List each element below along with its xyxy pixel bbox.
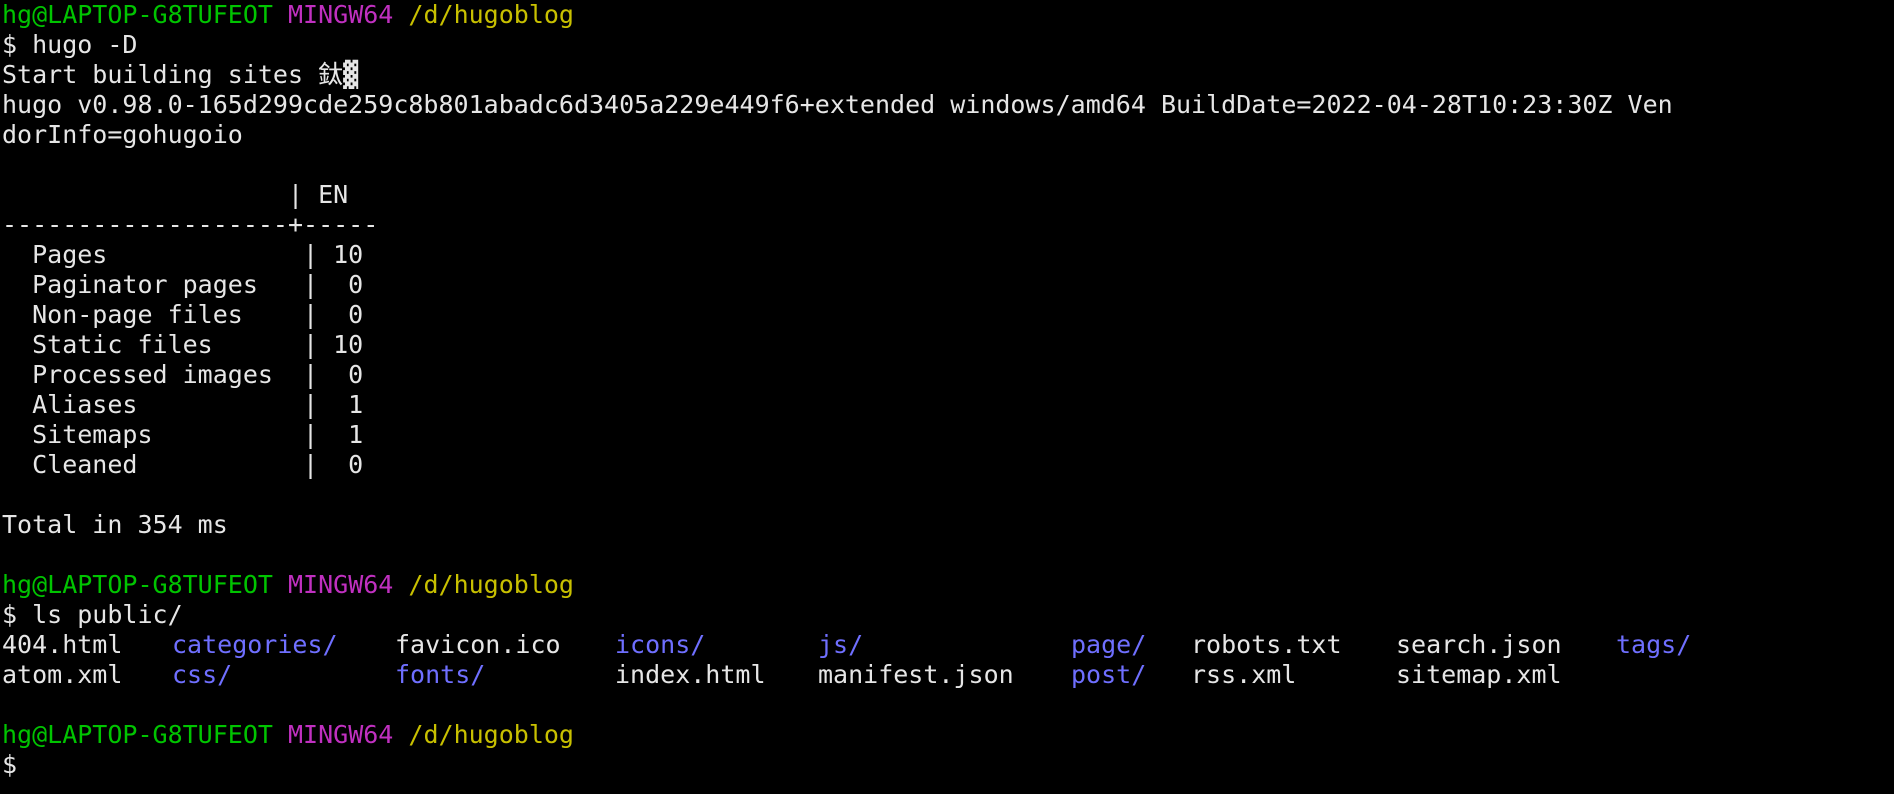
stats-row-aliases: Aliases | 1 xyxy=(2,390,364,419)
version-line: hugo v0.98.0-165d299cde259c8b801abadc6d3… xyxy=(2,90,1673,119)
command-ls: $ ls public/ xyxy=(2,600,183,629)
dir-entry: fonts/ xyxy=(395,660,486,689)
prompt-shell: MINGW64 xyxy=(288,0,394,29)
dir-entry: css/ xyxy=(172,660,233,689)
stats-row-images: Processed images | 0 xyxy=(2,360,364,389)
prompt-path: /d/hugoblog xyxy=(408,0,574,29)
prompt-path: /d/hugoblog xyxy=(408,570,574,599)
prompt-shell: MINGW64 xyxy=(288,720,394,749)
file-entry: atom.xml xyxy=(2,660,123,689)
prompt-user: hg@LAPTOP-G8TUFEOT xyxy=(2,720,273,749)
stats-row-paginator: Paginator pages | 0 xyxy=(2,270,364,299)
stats-table-separator: -------------------+----- xyxy=(2,210,379,239)
dir-entry: page/ xyxy=(1071,630,1147,659)
file-entry: index.html xyxy=(615,660,766,689)
file-entry: search.json xyxy=(1396,630,1562,659)
prompt-shell: MINGW64 xyxy=(288,570,394,599)
prompt-path: /d/hugoblog xyxy=(408,720,574,749)
stats-row-static: Static files | 10 xyxy=(2,330,364,359)
prompt-line-1: hg@LAPTOP-G8TUFEOT MINGW64 /d/hugoblog xyxy=(2,0,1894,30)
prompt-user: hg@LAPTOP-G8TUFEOT xyxy=(2,570,273,599)
dir-entry: tags/ xyxy=(1616,630,1692,659)
dir-entry: icons/ xyxy=(615,630,706,659)
file-entry: favicon.ico xyxy=(395,630,561,659)
prompt-line-2: hg@LAPTOP-G8TUFEOT MINGW64 /d/hugoblog xyxy=(2,570,1894,600)
prompt-symbol: $ xyxy=(2,750,18,779)
command-hugo: $ hugo -D xyxy=(2,30,138,59)
file-entry: manifest.json xyxy=(818,660,1014,689)
stats-row-cleaned: Cleaned | 0 xyxy=(2,450,364,479)
file-entry: robots.txt xyxy=(1191,630,1342,659)
terminal-window[interactable]: hg@LAPTOP-G8TUFEOT MINGW64 /d/hugoblog $… xyxy=(0,0,1894,794)
version-line-wrap: dorInfo=gohugoio xyxy=(2,120,243,149)
stats-row-pages: Pages | 10 xyxy=(2,240,364,269)
ls-output-row-1: 404.html categories/ favicon.ico icons/ … xyxy=(2,630,1894,660)
file-entry: rss.xml xyxy=(1191,660,1297,689)
command-input-line[interactable]: $ xyxy=(2,750,1894,780)
stats-row-sitemaps: Sitemaps | 1 xyxy=(2,420,364,449)
dir-entry: post/ xyxy=(1071,660,1147,689)
stats-row-nonpage: Non-page files | 0 xyxy=(2,300,364,329)
dir-entry: js/ xyxy=(818,630,864,659)
file-entry: 404.html xyxy=(2,630,123,659)
dir-entry: categories/ xyxy=(172,630,338,659)
total-time-line: Total in 354 ms xyxy=(2,510,228,539)
ls-output-row-2: atom.xml css/ fonts/ index.html manifest… xyxy=(2,660,1894,690)
file-entry: sitemap.xml xyxy=(1396,660,1562,689)
prompt-user: hg@LAPTOP-G8TUFEOT xyxy=(2,0,273,29)
stats-table-header: | EN xyxy=(2,180,349,209)
build-start-line: Start building sites 鈦▓ xyxy=(2,60,359,89)
prompt-line-3: hg@LAPTOP-G8TUFEOT MINGW64 /d/hugoblog xyxy=(2,720,1894,750)
